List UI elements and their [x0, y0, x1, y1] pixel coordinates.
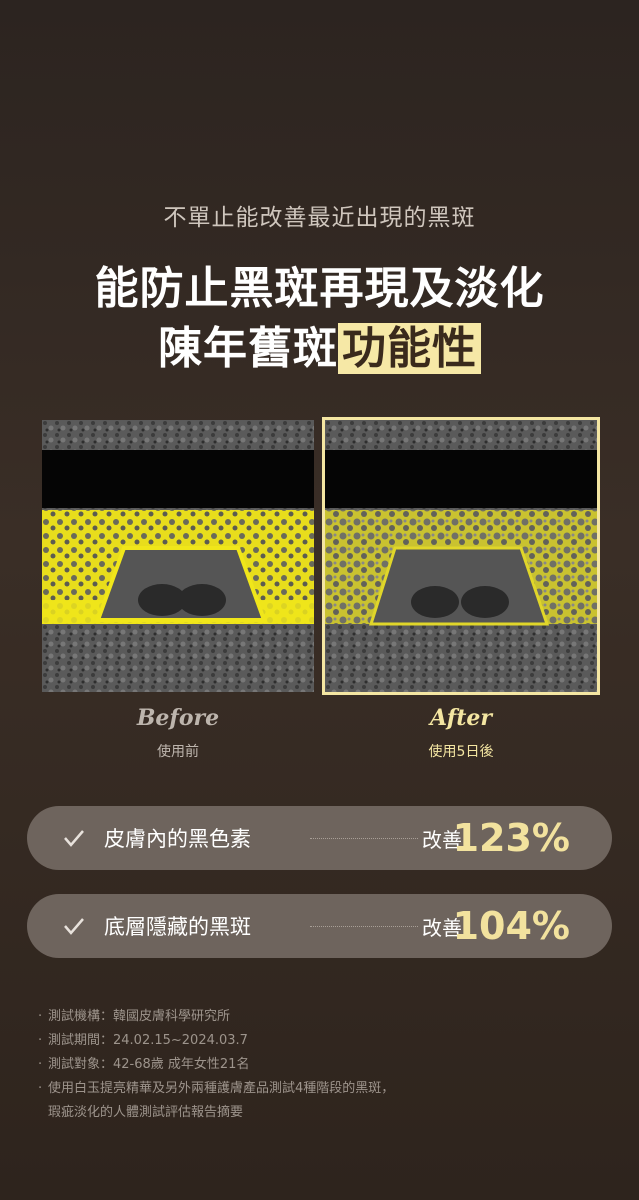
note-item: · 測試機構：韓國皮膚科學研究所 [38, 1009, 231, 1024]
note-item: · 測試期間：24.02.15~2024.03.7 [38, 1033, 248, 1048]
before-sublabel: 使用前 [157, 744, 199, 760]
headline-highlight: 功能性 [338, 323, 481, 374]
headline-line-2: 陳年舊斑功能性 [0, 312, 639, 376]
headline-plain: 陳年舊斑 [158, 323, 338, 374]
subtitle: 不單止能改善最近出現的黑斑 [163, 205, 476, 231]
dotted-divider [310, 838, 418, 839]
dotted-divider [310, 926, 418, 927]
stat-label: 皮膚內的黑色素 [104, 827, 251, 851]
test-notes: · 測試機構：韓國皮膚科學研究所 · 測試期間：24.02.15~2024.03.7… [38, 1005, 598, 1125]
improvement-value: 123% [452, 816, 570, 860]
after-label: After [430, 705, 492, 731]
check-icon [64, 918, 84, 935]
before-label: Before [136, 705, 220, 731]
stat-pill-melanin: 皮膚內的黑色素 改善 123% [27, 806, 612, 870]
after-sublabel: 使用5日後 [428, 744, 494, 760]
improvement-value: 104% [452, 904, 570, 948]
stat-pill-hidden-spots: 底層隱藏的黑斑 改善 104% [27, 894, 612, 958]
stat-label: 底層隱藏的黑斑 [104, 915, 251, 939]
headline-line-1: 能防止黑斑再現及淡化 [94, 263, 545, 314]
check-icon [64, 830, 84, 847]
note-item: 瑕疵淡化的人體測試評估報告摘要 [48, 1105, 244, 1120]
note-item: · 測試對象：42-68歲 成年女性21名 [38, 1057, 250, 1072]
note-item: · 使用白玉提亮精華及另外兩種護膚產品測試4種階段的黑斑， [38, 1081, 395, 1096]
after-skin-image [322, 417, 600, 695]
before-skin-image [42, 420, 314, 692]
